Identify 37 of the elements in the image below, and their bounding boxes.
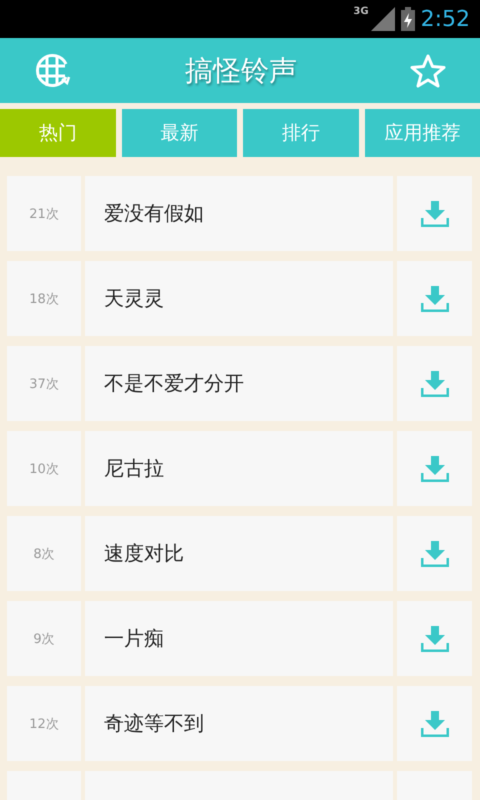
download-icon <box>420 456 448 482</box>
download-icon <box>420 710 448 736</box>
ringtone-title[interactable]: 尼古拉 <box>85 431 393 506</box>
app-title: 搞怪铃声 <box>185 52 297 88</box>
favorite-button[interactable] <box>410 54 446 88</box>
ringtone-title[interactable]: 一片痴 <box>85 601 393 676</box>
download-button[interactable] <box>397 261 472 336</box>
download-icon <box>420 200 448 226</box>
play-count: 12次 <box>7 686 81 761</box>
battery-charging-icon <box>400 7 415 31</box>
signal-icon <box>370 7 395 31</box>
ringtone-title[interactable]: 奇迹等不到 <box>85 686 393 761</box>
globe-refresh-button[interactable] <box>34 52 72 88</box>
star-icon <box>410 54 446 88</box>
play-count: 8次 <box>7 516 81 591</box>
download-button[interactable] <box>397 601 472 676</box>
download-icon <box>420 286 448 312</box>
download-button[interactable] <box>397 516 472 591</box>
ringtone-title[interactable]: 天灵灵 <box>85 261 393 336</box>
download-icon <box>420 540 448 566</box>
download-icon <box>420 626 448 652</box>
download-icon <box>420 370 448 396</box>
play-count: 10次 <box>7 431 81 506</box>
play-count: 9次 <box>7 601 81 676</box>
clock-time: 2:52 <box>420 6 470 32</box>
play-count: 21次 <box>7 176 81 251</box>
play-count: 18次 <box>7 261 81 336</box>
ringtone-title[interactable]: 不是不爱才分开 <box>85 346 393 421</box>
download-button[interactable] <box>397 431 472 506</box>
network-type: 3G <box>353 6 369 17</box>
ringtone-title[interactable]: 速度对比 <box>85 516 393 591</box>
download-button[interactable] <box>397 686 472 761</box>
download-button[interactable] <box>397 346 472 421</box>
download-button[interactable] <box>397 176 472 251</box>
play-count: 37次 <box>7 346 81 421</box>
globe-icon <box>34 52 72 88</box>
ringtone-title[interactable]: 爱没有假如 <box>85 176 393 251</box>
